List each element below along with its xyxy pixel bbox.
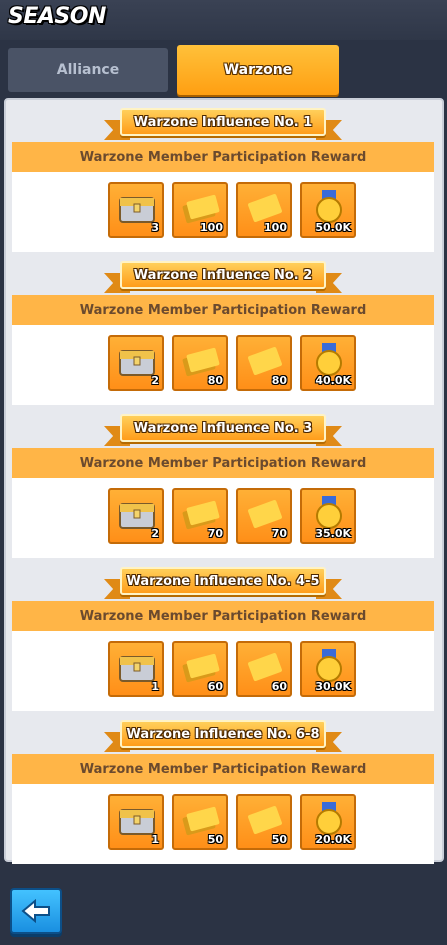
back-button[interactable] [10,888,62,934]
section-title: Warzone Influence No. 6-8 [120,720,326,748]
reward-item[interactable]: 20.0K [300,794,356,850]
reward-quantity: 80 [207,374,223,387]
section-banner: Warzone Influence No. 4-5 [104,567,342,601]
reward-section: Warzone Member Participation Reward 3 10… [12,100,434,255]
reward-item[interactable]: 80 [172,335,228,391]
reward-item[interactable]: 80 [236,335,292,391]
reward-item[interactable]: 50.0K [300,182,356,238]
reward-body: 3 100 100 50.0K [12,172,434,252]
tab-alliance[interactable]: Alliance [8,48,168,92]
reward-section: Warzone Member Participation Reward 1 60… [12,559,434,714]
page-title: SEASON [8,4,106,29]
reward-body: 1 60 60 30.0K [12,631,434,711]
reward-section: Warzone Member Participation Reward 1 50… [12,712,434,867]
reward-quantity: 100 [264,221,287,234]
section-title: Warzone Influence No. 2 [120,261,326,289]
reward-item[interactable]: 35.0K [300,488,356,544]
reward-items: 3 100 100 50.0K [108,182,358,240]
tab-warzone[interactable]: Warzone [177,45,339,95]
section-banner: Warzone Influence No. 6-8 [104,720,342,754]
reward-quantity: 60 [207,680,223,693]
section-title: Warzone Influence No. 4-5 [120,567,326,595]
reward-quantity: 80 [271,374,287,387]
reward-subtitle: Warzone Member Participation Reward [12,754,434,784]
reward-subtitle: Warzone Member Participation Reward [12,601,434,631]
reward-item[interactable]: 2 [108,335,164,391]
reward-item[interactable]: 50 [172,794,228,850]
reward-item[interactable]: 3 [108,182,164,238]
reward-item[interactable]: 50 [236,794,292,850]
section-title: Warzone Influence No. 3 [120,414,326,442]
reward-item[interactable]: 40.0K [300,335,356,391]
reward-quantity: 35.0K [315,527,351,540]
reward-item[interactable]: 70 [172,488,228,544]
reward-items: 1 50 50 20.0K [108,794,358,852]
reward-quantity: 50.0K [315,221,351,234]
reward-quantity: 2 [151,527,159,540]
section-title: Warzone Influence No. 1 [120,108,326,136]
reward-subtitle: Warzone Member Participation Reward [12,142,434,172]
reward-section: Warzone Member Participation Reward 2 80… [12,253,434,408]
back-arrow-icon [21,899,50,923]
reward-item[interactable]: 60 [236,641,292,697]
reward-item[interactable]: 30.0K [300,641,356,697]
reward-item[interactable]: 60 [172,641,228,697]
reward-body: 1 50 50 20.0K [12,784,434,864]
reward-quantity: 20.0K [315,833,351,846]
reward-quantity: 3 [151,221,159,234]
reward-quantity: 30.0K [315,680,351,693]
reward-quantity: 60 [271,680,287,693]
reward-item[interactable]: 1 [108,641,164,697]
reward-subtitle: Warzone Member Participation Reward [12,448,434,478]
reward-quantity: 70 [207,527,223,540]
reward-item[interactable]: 100 [172,182,228,238]
reward-quantity: 100 [200,221,223,234]
reward-quantity: 1 [151,833,159,846]
reward-item[interactable]: 70 [236,488,292,544]
section-banner: Warzone Influence No. 1 [104,108,342,142]
reward-body: 2 80 80 40.0K [12,325,434,405]
reward-items: 1 60 60 30.0K [108,641,358,699]
reward-body: 2 70 70 35.0K [12,478,434,558]
reward-section: Warzone Member Participation Reward 2 70… [12,406,434,561]
section-banner: Warzone Influence No. 2 [104,261,342,295]
reward-item[interactable]: 100 [236,182,292,238]
section-banner: Warzone Influence No. 3 [104,414,342,448]
reward-items: 2 70 70 35.0K [108,488,358,546]
reward-quantity: 50 [271,833,287,846]
reward-quantity: 70 [271,527,287,540]
reward-quantity: 1 [151,680,159,693]
reward-items: 2 80 80 40.0K [108,335,358,393]
tab-bar: Alliance Warzone [0,40,447,98]
reward-quantity: 50 [207,833,223,846]
reward-quantity: 2 [151,374,159,387]
reward-item[interactable]: 1 [108,794,164,850]
reward-quantity: 40.0K [315,374,351,387]
reward-subtitle: Warzone Member Participation Reward [12,295,434,325]
reward-item[interactable]: 2 [108,488,164,544]
top-bar: SEASON [0,0,447,40]
